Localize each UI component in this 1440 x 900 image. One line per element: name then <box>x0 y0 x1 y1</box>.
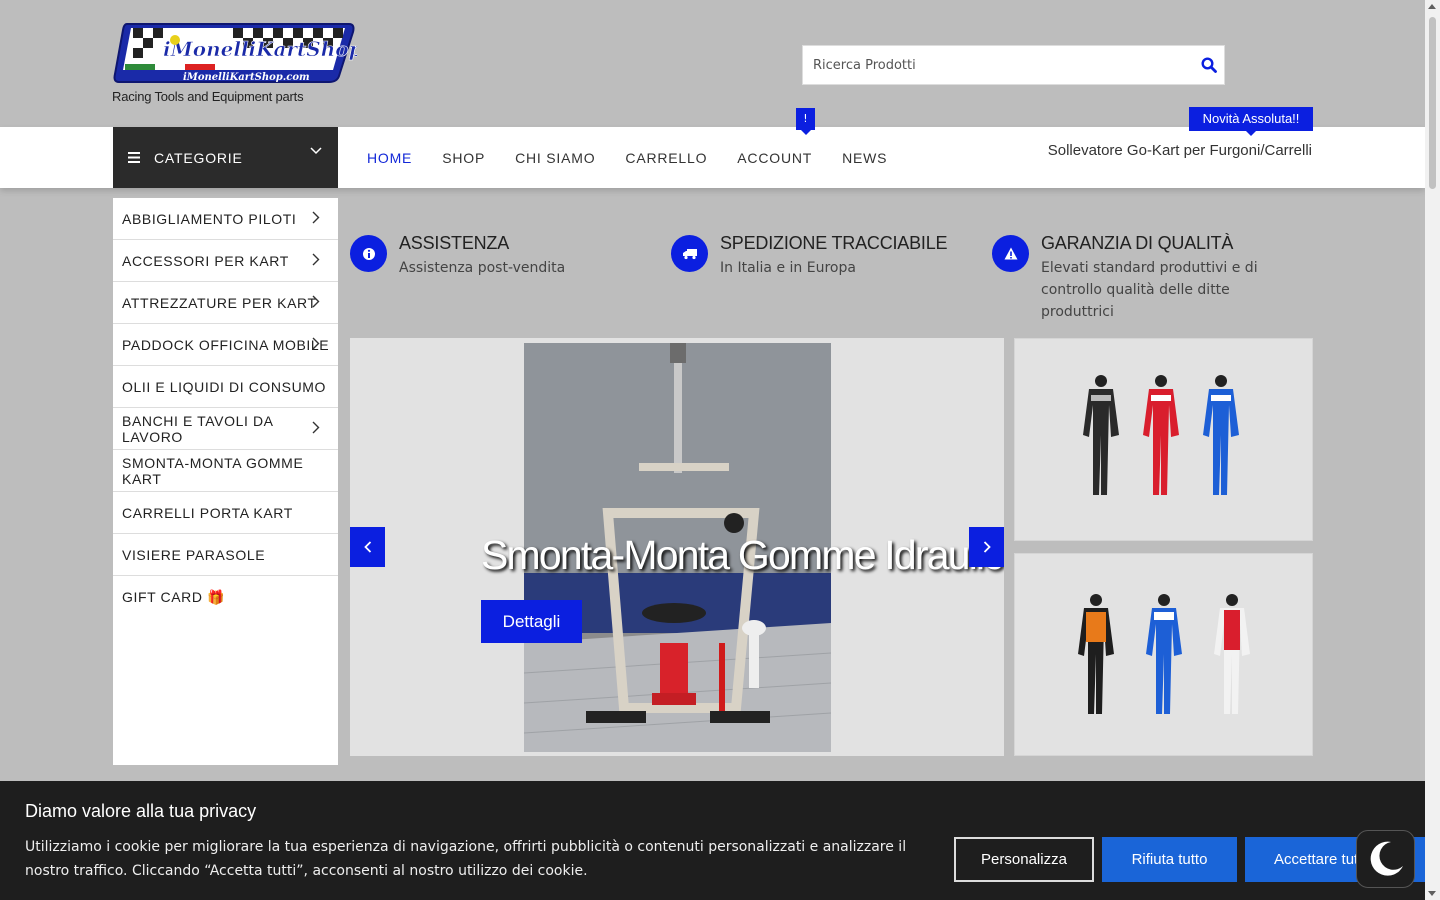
nav-chi-siamo[interactable]: CHI SIAMO <box>515 150 595 166</box>
feature-text: Elevati standard produttivi e di control… <box>1041 260 1258 320</box>
sidebar-item-label: CARRELLI PORTA KART <box>122 504 293 521</box>
nav-news[interactable]: NEWS <box>842 150 887 166</box>
cookie-title: Diamo valore alla tua privacy <box>25 801 257 821</box>
scroll-down-icon[interactable] <box>1428 891 1436 896</box>
nav-shop[interactable]: SHOP <box>442 150 485 166</box>
nav-home[interactable]: HOME <box>367 150 412 166</box>
sidebar-item-label: ACCESSORI PER KART <box>122 252 289 269</box>
categories-toggle[interactable]: CATEGORIE <box>113 127 338 188</box>
sidebar-item-label: VISIERE PARASOLE <box>122 546 266 563</box>
sidebar-item-label: ABBIGLIAMENTO PILOTI <box>122 210 297 227</box>
sidebar-item-olii[interactable]: OLII E LIQUIDI DI CONSUMO <box>113 366 338 408</box>
promo-tile-suits-1[interactable] <box>1014 338 1313 541</box>
sidebar-item-accessori[interactable]: ACCESSORI PER KART <box>113 240 338 282</box>
feature-title: SPEDIZIONE TRACCIABILE <box>720 233 948 253</box>
hero-slider: Smonta-Monta Gomme Idraulico Dettagli <box>350 338 1004 756</box>
racing-suits-image <box>1082 374 1239 495</box>
dark-mode-toggle[interactable] <box>1356 830 1415 888</box>
nav-account[interactable]: ACCOUNT <box>737 150 812 166</box>
sidebar-item-smonta-monta[interactable]: SMONTA-MONTA GOMME KART <box>113 450 338 492</box>
categories-label: CATEGORIE <box>154 149 243 166</box>
chevron-right-icon <box>312 295 320 308</box>
cookie-reject-button[interactable]: Rifiuta tutto <box>1102 837 1237 882</box>
news-badge: ! <box>796 108 815 135</box>
search-button[interactable] <box>1194 46 1224 84</box>
page-scrollbar[interactable] <box>1425 0 1440 900</box>
sidebar-item-label: GIFT CARD 🎁 <box>122 588 226 605</box>
feature-garanzia: GARANZIA DI QUALITÀ Elevati standard prod… <box>992 233 1292 323</box>
feature-text: Assistenza post-vendita <box>399 260 566 276</box>
category-sidebar: ABBIGLIAMENTO PILOTI ACCESSORI PER KART … <box>113 198 338 765</box>
sidebar-item-label: OLII E LIQUIDI DI CONSUMO <box>122 378 327 395</box>
nav-carrello[interactable]: CARRELLO <box>625 150 707 166</box>
slider-prev-button[interactable] <box>350 527 385 567</box>
moon-icon <box>1370 841 1403 876</box>
promo-link[interactable]: Sollevatore Go-Kart per Furgoni/Carrelli <box>1048 142 1312 159</box>
search-bar <box>802 45 1225 85</box>
promo-tile-suits-2[interactable] <box>1014 553 1313 756</box>
sidebar-item-label: ATTREZZATURE PER KART <box>122 294 317 311</box>
hamburger-icon <box>128 152 140 163</box>
truck-icon <box>671 235 708 272</box>
sidebar-item-abbigliamento[interactable]: ABBIGLIAMENTO PILOTI <box>113 198 338 240</box>
site-logo[interactable]: iMonelliKartShop iMonelliKartShop.com <box>113 20 363 84</box>
chevron-down-icon <box>310 147 322 155</box>
sidebar-item-paddock[interactable]: PADDOCK OFFICINA MOBILE <box>113 324 338 366</box>
cookie-text: Utilizziamo i cookie per migliorare la t… <box>25 839 907 879</box>
slide-title: Smonta-Monta Gomme Idraulico <box>481 532 1004 578</box>
chevron-right-icon <box>983 541 991 553</box>
chevron-left-icon <box>363 541 371 553</box>
promo-badge: Novità Assoluta!! <box>1189 107 1313 136</box>
svg-text:iMonelliKartShop.com: iMonelliKartShop.com <box>183 72 310 83</box>
site-tagline: Racing Tools and Equipment parts <box>112 89 304 104</box>
sidebar-item-gift-card[interactable]: GIFT CARD 🎁 <box>113 576 338 618</box>
main-menu: HOME SHOP CHI SIAMO CARRELLO ACCOUNT NEW… <box>367 150 887 166</box>
search-icon <box>1201 57 1217 73</box>
svg-text:iMonelliKartShop: iMonelliKartShop <box>163 37 357 61</box>
chevron-right-icon <box>312 337 320 350</box>
sidebar-item-banchi[interactable]: BANCHI E TAVOLI DA LAVORO <box>113 408 338 450</box>
slide-details-button[interactable]: Dettagli <box>481 600 582 643</box>
chevron-right-icon <box>312 421 320 434</box>
sidebar-item-attrezzature[interactable]: ATTREZZATURE PER KART <box>113 282 338 324</box>
warning-icon <box>992 235 1029 272</box>
sidebar-item-label: BANCHI E TAVOLI DA LAVORO <box>122 412 273 445</box>
cookie-customize-button[interactable]: Personalizza <box>954 837 1094 882</box>
cookie-banner: Diamo valore alla tua privacy Utilizziam… <box>0 781 1425 900</box>
racing-suits-image <box>1077 593 1250 714</box>
sidebar-item-label: SMONTA-MONTA GOMME KART <box>122 454 304 487</box>
info-icon <box>350 235 387 272</box>
sidebar-item-carrelli[interactable]: CARRELLI PORTA KART <box>113 492 338 534</box>
sidebar-item-label: PADDOCK OFFICINA MOBILE <box>122 336 330 353</box>
search-input[interactable] <box>803 46 1194 84</box>
feature-assistenza: ASSISTENZA Assistenza post-vendita <box>350 233 650 279</box>
scroll-up-icon[interactable] <box>1428 4 1436 9</box>
feature-title: ASSISTENZA <box>399 233 510 253</box>
slider-next-button[interactable] <box>969 527 1004 567</box>
sidebar-item-visiere[interactable]: VISIERE PARASOLE <box>113 534 338 576</box>
chevron-right-icon <box>312 211 320 224</box>
feature-title: GARANZIA DI QUALITÀ <box>1041 233 1234 253</box>
feature-spedizione: SPEDIZIONE TRACCIABILE In Italia e in Eur… <box>671 233 971 279</box>
scrollbar-thumb[interactable] <box>1429 17 1436 189</box>
chevron-right-icon <box>312 253 320 266</box>
feature-text: In Italia e in Europa <box>720 260 856 276</box>
